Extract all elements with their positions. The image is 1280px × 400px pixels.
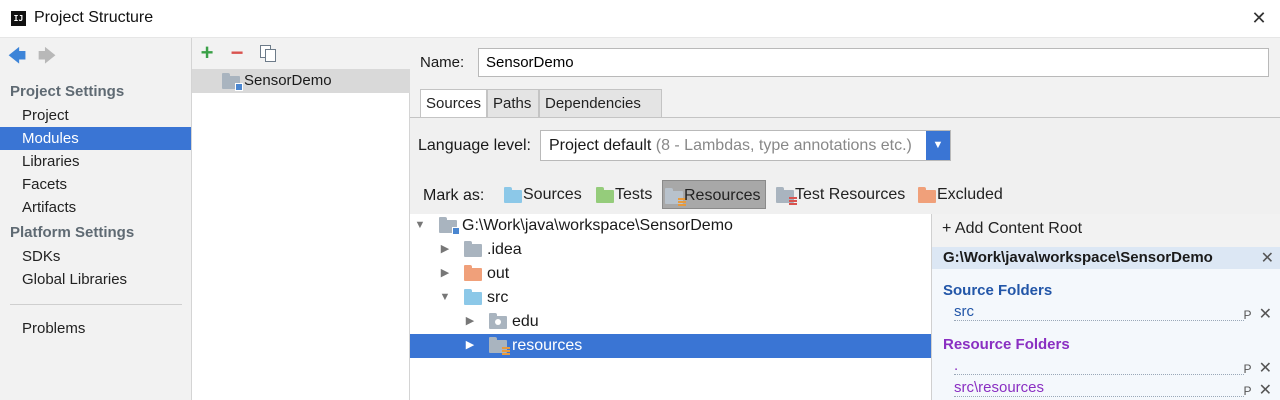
project-settings-heading: Project Settings: [10, 83, 125, 100]
sources-folder-icon: [504, 187, 522, 203]
language-level-label: Language level:: [418, 137, 531, 154]
resources-folder-icon: [665, 188, 686, 207]
name-label: Name:: [420, 54, 465, 71]
tree-node-root[interactable]: ▼ G:\Work\java\workspace\SensorDemo: [410, 214, 931, 238]
mark-as-tests-button[interactable]: Tests: [594, 180, 656, 209]
content-tree: ▼ G:\Work\java\workspace\SensorDemo ▶ .i…: [410, 214, 931, 400]
tree-node-idea[interactable]: ▶ .idea: [410, 238, 931, 262]
resource-folders-heading: Resource Folders: [943, 336, 1070, 353]
tree-node-label: .idea: [487, 241, 522, 258]
tree-node-resources[interactable]: ▶ resources: [410, 334, 931, 358]
resource-folder-actions: P ✕: [1243, 380, 1274, 400]
tab-sources[interactable]: Sources: [420, 89, 487, 118]
mark-as-label: Mark as:: [423, 187, 485, 204]
resources-folder-icon: [489, 337, 510, 356]
test-resources-folder-icon: [776, 187, 797, 206]
platform-settings-heading: Platform Settings: [10, 224, 135, 241]
sidebar-divider: [10, 304, 182, 305]
sidebar-item-artifacts[interactable]: Artifacts: [0, 196, 191, 219]
tree-node-edu[interactable]: ▶ edu: [410, 310, 931, 334]
tab-dependencies[interactable]: Dependencies: [539, 89, 662, 118]
content-root-header: G:\Work\java\workspace\SensorDemo ✕: [932, 247, 1280, 269]
module-settings-panel: Name: Sources Paths Dependencies Languag…: [410, 38, 1280, 400]
close-window-button[interactable]: ✕: [1248, 6, 1270, 30]
expand-arrow-icon[interactable]: ▼: [439, 290, 451, 304]
collapse-arrow-icon[interactable]: ▶: [439, 242, 451, 256]
folder-icon: [464, 241, 482, 257]
mark-as-resources-button[interactable]: Resources: [662, 180, 766, 209]
title-bar: IJ Project Structure ✕: [0, 0, 1280, 38]
resource-folder-entry: src\resources: [954, 379, 1244, 397]
module-list-item[interactable]: SensorDemo: [192, 69, 410, 93]
mark-as-sources-button[interactable]: Sources: [502, 180, 584, 209]
dropdown-arrow-icon[interactable]: ▼: [926, 131, 950, 160]
sidebar-item-global-libraries[interactable]: Global Libraries: [0, 268, 191, 291]
tree-node-src[interactable]: ▼ src: [410, 286, 931, 310]
tree-node-label: G:\Work\java\workspace\SensorDemo: [462, 217, 733, 234]
expand-arrow-icon[interactable]: ▼: [414, 218, 426, 232]
source-folder-icon: [464, 289, 482, 305]
excluded-folder-icon: [464, 265, 482, 281]
copy-module-button[interactable]: [257, 42, 279, 64]
remove-folder-icon[interactable]: ✕: [1259, 382, 1274, 399]
tests-folder-icon: [596, 187, 614, 203]
sidebar-item-facets[interactable]: Facets: [0, 173, 191, 196]
back-arrow-icon[interactable]: 🡄: [7, 46, 27, 66]
tree-node-label: resources: [512, 337, 583, 354]
remove-module-button[interactable]: −: [226, 42, 248, 64]
module-name-input[interactable]: [478, 48, 1269, 77]
window-title: Project Structure: [34, 9, 154, 26]
collapse-arrow-icon[interactable]: ▶: [464, 314, 476, 328]
tree-node-label: edu: [512, 313, 539, 330]
edit-properties-icon[interactable]: P: [1243, 362, 1253, 376]
edit-properties-icon[interactable]: P: [1243, 384, 1253, 398]
mark-as-excluded-button[interactable]: Excluded: [916, 180, 1008, 209]
module-toolbar: + −: [192, 38, 410, 69]
language-level-value: Project default: [549, 137, 652, 154]
sidebar-item-modules[interactable]: Modules: [0, 127, 191, 150]
collapse-arrow-icon[interactable]: ▶: [439, 266, 451, 280]
content-root-path: G:\Work\java\workspace\SensorDemo: [943, 249, 1213, 266]
source-folder-entry: src: [954, 303, 1244, 321]
module-label: SensorDemo: [244, 72, 332, 89]
sidebar-item-sdks[interactable]: SDKs: [0, 245, 191, 268]
collapse-arrow-icon[interactable]: ▶: [464, 338, 476, 352]
edit-properties-icon[interactable]: P: [1243, 308, 1253, 322]
intellij-icon: IJ: [11, 11, 26, 26]
tab-paths[interactable]: Paths: [487, 89, 539, 118]
forward-arrow-icon[interactable]: 🡆: [37, 46, 57, 66]
settings-sidebar: 🡄 🡆 Project Settings Project Modules Lib…: [0, 38, 192, 400]
content-root-panel: + Add Content Root G:\Work\java\workspac…: [931, 214, 1280, 400]
sidebar-item-problems[interactable]: Problems: [0, 317, 191, 340]
module-folder-icon: [439, 217, 460, 235]
tree-node-label: out: [487, 265, 510, 282]
package-folder-icon: [489, 313, 507, 329]
excluded-folder-icon: [918, 187, 936, 203]
source-folder-actions: P ✕: [1243, 304, 1274, 324]
add-module-button[interactable]: +: [196, 42, 218, 64]
resource-folder-actions: P ✕: [1243, 358, 1274, 378]
mark-as-test-resources-button[interactable]: Test Resources: [774, 180, 908, 209]
module-folder-icon: [222, 73, 243, 91]
add-content-root-button[interactable]: + Add Content Root: [932, 214, 1280, 247]
resource-folder-entry: .: [954, 357, 1244, 375]
sidebar-item-libraries[interactable]: Libraries: [0, 150, 191, 173]
remove-folder-icon[interactable]: ✕: [1259, 306, 1274, 323]
tree-node-out[interactable]: ▶ out: [410, 262, 931, 286]
language-level-dropdown[interactable]: Project default (8 - Lambdas, type annot…: [540, 130, 951, 161]
language-level-hint: (8 - Lambdas, type annotations etc.): [655, 137, 912, 154]
source-folders-heading: Source Folders: [943, 282, 1053, 299]
sidebar-item-project[interactable]: Project: [0, 104, 191, 127]
tree-node-label: src: [487, 289, 509, 306]
remove-content-root-icon[interactable]: ✕: [1261, 248, 1274, 268]
module-list-panel: + − SensorDemo: [192, 38, 410, 400]
remove-folder-icon[interactable]: ✕: [1259, 360, 1274, 377]
